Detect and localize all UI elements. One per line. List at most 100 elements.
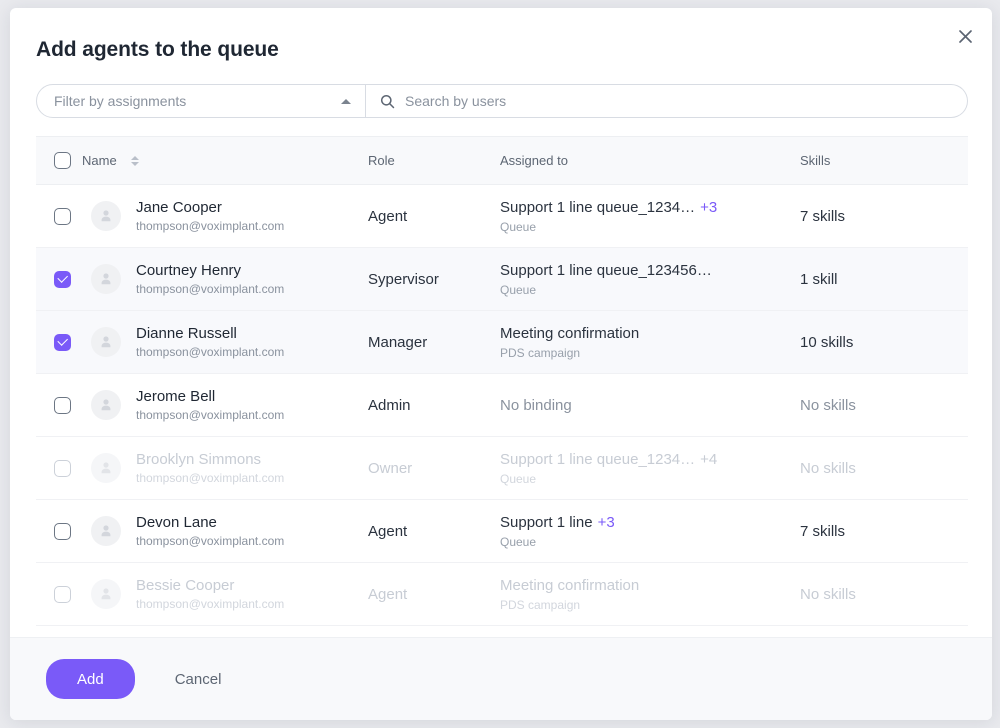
cell-assigned-to: Support 1 line queue_1234… +4 Queue xyxy=(498,436,800,500)
avatar xyxy=(91,453,121,483)
user-email: thompson@voximplant.com xyxy=(136,344,285,359)
cell-skills: 1 skill xyxy=(800,247,968,311)
column-header-assigned-to: Assigned to xyxy=(498,136,800,185)
cell-role: Manager xyxy=(366,310,498,374)
avatar xyxy=(91,579,121,609)
select-all-checkbox[interactable] xyxy=(54,152,71,169)
cell-name: Jerome Bell thompson@voximplant.com xyxy=(36,373,366,437)
avatar xyxy=(91,327,121,357)
assigned-title: Support 1 line +3 xyxy=(500,513,615,531)
row-checkbox[interactable] xyxy=(54,459,71,477)
cell-skills: No skills xyxy=(800,436,968,500)
page-title: Add agents to the queue xyxy=(36,38,279,61)
row-checkbox[interactable] xyxy=(54,270,71,288)
user-name: Bessie Cooper xyxy=(136,576,235,594)
user-email: thompson@voximplant.com xyxy=(136,470,285,485)
cell-assigned-to: Meeting confirmation PDS campaign xyxy=(498,310,800,374)
cell-skills: No skills xyxy=(800,373,968,437)
table-header-row: Name Role Assigned to Skills xyxy=(36,136,968,185)
user-email: thompson@voximplant.com xyxy=(136,533,285,548)
cell-assigned-to: Support 1 line queue_1234… +3 Queue xyxy=(498,184,800,248)
assigned-subtitle: Queue xyxy=(500,282,537,297)
cell-skills: No skills xyxy=(800,562,968,626)
table-row[interactable]: Jerome Bell thompson@voximplant.com Admin N… xyxy=(36,373,968,437)
assigned-subtitle: PDS campaign xyxy=(500,597,581,612)
caret-up-icon xyxy=(341,98,351,104)
user-name: Brooklyn Simmons xyxy=(136,450,262,468)
cell-name: Bessie Cooper thompson@voximplant.com xyxy=(36,562,366,626)
avatar xyxy=(91,516,121,546)
assigned-title: Support 1 line queue_1234… +3 xyxy=(500,198,718,216)
user-email: thompson@voximplant.com xyxy=(136,407,285,422)
cell-skills: 10 skills xyxy=(800,310,968,374)
cell-name: Jane Cooper thompson@voximplant.com xyxy=(36,184,366,248)
avatar xyxy=(91,201,121,231)
cell-role: Agent xyxy=(366,184,498,248)
assigned-title: Support 1 line queue_123456… xyxy=(500,261,712,279)
table-body: Jane Cooper thompson@voximplant.com Agent S… xyxy=(36,184,968,626)
row-checkbox[interactable] xyxy=(54,585,71,603)
search-input[interactable] xyxy=(405,85,951,117)
user-email: thompson@voximplant.com xyxy=(136,218,285,233)
close-icon[interactable] xyxy=(950,21,980,51)
avatar xyxy=(91,390,121,420)
assigned-subtitle: PDS campaign xyxy=(500,345,581,360)
modal-footer: Add Cancel xyxy=(10,637,992,720)
assigned-title: Meeting confirmation xyxy=(500,576,640,594)
cell-role: Agent xyxy=(366,499,498,563)
agents-table-container: Name Role Assigned to Skills Jane Cooper… xyxy=(36,136,968,637)
column-header-name-label: Name xyxy=(82,153,117,168)
cell-assigned-to: Meeting confirmation PDS campaign xyxy=(498,562,800,626)
row-checkbox[interactable] xyxy=(54,522,71,540)
user-email: thompson@voximplant.com xyxy=(136,281,285,296)
table-row[interactable]: Bessie Cooper thompson@voximplant.com Agen… xyxy=(36,562,968,626)
user-name: Jane Cooper xyxy=(136,198,222,216)
cell-assigned-to: No binding xyxy=(498,373,800,437)
cell-role: Agent xyxy=(366,562,498,626)
cell-skills: 7 skills xyxy=(800,499,968,563)
cell-role: Admin xyxy=(366,373,498,437)
add-agents-modal: Add agents to the queue Filter by assign… xyxy=(10,8,992,720)
cell-role: Owner xyxy=(366,436,498,500)
assigned-count-badge: +3 xyxy=(700,198,718,216)
filter-dropdown-label: Filter by assignments xyxy=(54,93,187,109)
cell-name: Courtney Henry thompson@voximplant.com xyxy=(36,247,366,311)
search-icon xyxy=(380,94,395,109)
column-header-skills: Skills xyxy=(800,136,968,185)
user-name: Courtney Henry xyxy=(136,261,242,279)
table-row[interactable]: Devon Lane thompson@voximplant.com Agent Su… xyxy=(36,499,968,563)
row-checkbox[interactable] xyxy=(54,333,71,351)
sort-icon[interactable] xyxy=(130,155,139,166)
cell-name: Devon Lane thompson@voximplant.com xyxy=(36,499,366,563)
cancel-button[interactable]: Cancel xyxy=(165,663,232,696)
add-button[interactable]: Add xyxy=(46,659,135,699)
assigned-title: Support 1 line queue_1234… +4 xyxy=(500,450,718,468)
table-row[interactable]: Dianne Russell thompson@voximplant.com Man… xyxy=(36,310,968,374)
cell-skills: 7 skills xyxy=(800,184,968,248)
table-row[interactable]: Courtney Henry thompson@voximplant.com Syp… xyxy=(36,247,968,311)
filter-by-assignments-dropdown[interactable]: Filter by assignments xyxy=(36,84,366,118)
user-email: thompson@voximplant.com xyxy=(136,596,285,611)
assigned-subtitle: Queue xyxy=(500,534,537,549)
assigned-subtitle: Queue xyxy=(500,471,537,486)
column-header-name: Name xyxy=(36,136,366,185)
assigned-title: No binding xyxy=(500,396,572,414)
cell-name: Dianne Russell thompson@voximplant.com xyxy=(36,310,366,374)
agents-table: Name Role Assigned to Skills Jane Cooper… xyxy=(36,136,968,626)
column-header-role: Role xyxy=(366,136,498,185)
cell-assigned-to: Support 1 line +3 Queue xyxy=(498,499,800,563)
cell-role: Sypervisor xyxy=(366,247,498,311)
table-row[interactable]: Jane Cooper thompson@voximplant.com Agent S… xyxy=(36,184,968,248)
assigned-count-badge: +4 xyxy=(700,450,718,468)
table-header: Name Role Assigned to Skills xyxy=(36,136,968,185)
assigned-title: Meeting confirmation xyxy=(500,324,640,342)
cell-name: Brooklyn Simmons thompson@voximplant.com xyxy=(36,436,366,500)
row-checkbox[interactable] xyxy=(54,207,71,225)
user-name: Dianne Russell xyxy=(136,324,237,342)
table-row[interactable]: Brooklyn Simmons thompson@voximplant.com O… xyxy=(36,436,968,500)
user-name: Devon Lane xyxy=(136,513,217,531)
avatar xyxy=(91,264,121,294)
assigned-count-badge: +3 xyxy=(597,513,615,531)
row-checkbox[interactable] xyxy=(54,396,71,414)
search-box[interactable] xyxy=(366,84,968,118)
